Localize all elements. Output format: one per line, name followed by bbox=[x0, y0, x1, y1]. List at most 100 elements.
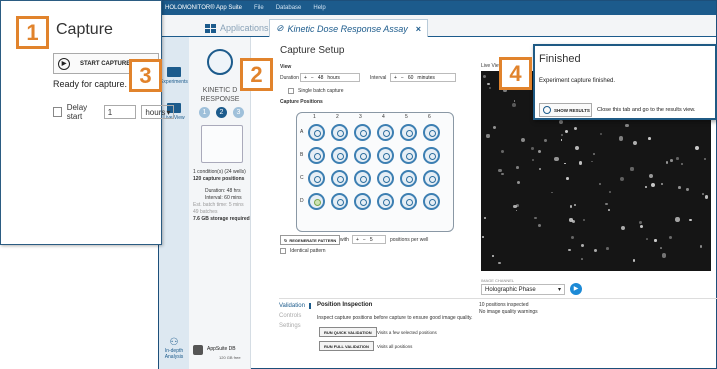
plate-well[interactable] bbox=[308, 170, 325, 187]
cell-speck bbox=[483, 217, 486, 220]
identical-pattern-label: Identical pattern bbox=[290, 248, 326, 254]
interval-stepper[interactable]: + − 60 minutes bbox=[390, 73, 456, 82]
regenerate-pattern-button[interactable]: ↻ REGENERATE PATTERN bbox=[280, 235, 341, 245]
plate-well[interactable] bbox=[308, 193, 325, 210]
delay-start-checkbox[interactable] bbox=[53, 107, 62, 117]
database-icon bbox=[193, 345, 203, 355]
tab-applications-label: Applications bbox=[220, 23, 269, 33]
nav-analysis[interactable]: ⚇ In-depth Analysis bbox=[159, 337, 189, 360]
single-batch-checkbox[interactable] bbox=[288, 88, 294, 94]
cell-speck bbox=[498, 168, 502, 173]
play-live-icon[interactable]: ▶ bbox=[570, 283, 582, 295]
plate-well[interactable] bbox=[331, 147, 348, 164]
minus-icon[interactable]: − bbox=[311, 75, 314, 81]
plate-well[interactable] bbox=[308, 124, 325, 141]
storage-text: 7.6 GB storage required bbox=[193, 216, 250, 222]
image-channel-select[interactable]: Holographic Phase ▾ bbox=[481, 284, 565, 295]
delay-value-input[interactable]: 1 bbox=[103, 105, 137, 119]
cell-speck bbox=[619, 176, 624, 181]
row-label: A bbox=[300, 129, 304, 135]
tab-applications[interactable]: Applications bbox=[205, 19, 269, 37]
cell-speck bbox=[482, 74, 487, 78]
plate-well[interactable] bbox=[331, 124, 348, 141]
with-label: with bbox=[340, 237, 349, 243]
menu-bar: HOLOMONITOR® App Suite File Database Hel… bbox=[159, 1, 716, 15]
menu-help[interactable]: Help bbox=[313, 5, 325, 11]
cell-speck bbox=[639, 221, 643, 224]
cell-speck bbox=[689, 218, 693, 222]
cell-speck bbox=[498, 261, 501, 265]
step-2[interactable]: 2 bbox=[216, 107, 227, 118]
plate-well[interactable] bbox=[423, 147, 440, 164]
cell-speck bbox=[487, 82, 490, 86]
run-quick-validation-button[interactable]: RUN QUICK VALIDATION bbox=[319, 327, 377, 337]
plus-icon[interactable]: + bbox=[356, 237, 359, 243]
inspection-stats: 10 positions inspected No image quality … bbox=[479, 302, 538, 316]
row-label: B bbox=[300, 152, 304, 158]
plus-icon[interactable]: + bbox=[394, 75, 397, 81]
close-tab-icon[interactable]: × bbox=[416, 24, 421, 34]
plate-well[interactable] bbox=[377, 147, 394, 164]
duration-stepper[interactable]: + − 48 hours bbox=[300, 73, 360, 82]
capture-setup-title: Capture Setup bbox=[280, 45, 345, 56]
plate-thumbnail bbox=[201, 125, 243, 163]
tab-kinetic-dose-response[interactable]: ⊘ Kinetic Dose Response Assay × bbox=[269, 19, 429, 37]
plate-well[interactable] bbox=[377, 124, 394, 141]
positions-stepper[interactable]: + − 5 bbox=[352, 235, 386, 244]
tab-validation[interactable]: Validation bbox=[279, 303, 311, 309]
plate-well[interactable] bbox=[354, 170, 371, 187]
menu-database[interactable]: Database bbox=[276, 5, 302, 11]
cell-speck bbox=[618, 136, 624, 141]
plate-well[interactable] bbox=[308, 147, 325, 164]
plate-well[interactable] bbox=[400, 193, 417, 210]
minus-icon[interactable]: − bbox=[363, 237, 366, 243]
plate-well[interactable] bbox=[400, 147, 417, 164]
interval-unit: minutes bbox=[417, 74, 435, 81]
nav-experiments[interactable]: Experiments bbox=[159, 67, 189, 85]
plus-icon[interactable]: + bbox=[304, 75, 307, 81]
plate-well[interactable] bbox=[377, 193, 394, 210]
quick-validation-desc: Visits a few selected positions bbox=[377, 330, 437, 335]
assay-logo-icon bbox=[207, 49, 233, 75]
cell-speck bbox=[560, 133, 564, 137]
duration-unit: hours bbox=[327, 74, 340, 81]
show-results-button[interactable]: SHOW RESULTS bbox=[539, 103, 592, 117]
plate-well[interactable] bbox=[354, 147, 371, 164]
interval-value: 60 bbox=[407, 74, 414, 81]
left-nav: Experiments Live View ⚇ In-depth Analysi… bbox=[159, 37, 189, 369]
delay-unit-select[interactable]: hours ▾ bbox=[141, 105, 175, 119]
plate-well[interactable] bbox=[331, 193, 348, 210]
tab-controls[interactable]: Controls bbox=[279, 313, 301, 319]
wizard-summary: 1 condition(s) (24 wells) 120 capture po… bbox=[193, 169, 251, 223]
cell-speck bbox=[516, 165, 520, 169]
cell-speck bbox=[591, 160, 593, 163]
plate-well[interactable] bbox=[331, 170, 348, 187]
tab-settings[interactable]: Settings bbox=[279, 323, 301, 329]
plate-well[interactable] bbox=[354, 193, 371, 210]
step-3[interactable]: 3 bbox=[233, 107, 244, 118]
play-icon: ▶ bbox=[58, 57, 70, 70]
cell-speck bbox=[569, 218, 573, 222]
identical-pattern-checkbox[interactable] bbox=[280, 248, 286, 254]
conditions-text: 1 condition(s) (24 wells) bbox=[193, 169, 246, 175]
cell-speck bbox=[544, 138, 548, 142]
cell-speck bbox=[578, 161, 582, 165]
plate-well[interactable] bbox=[423, 124, 440, 141]
cell-speck bbox=[625, 123, 630, 128]
minus-icon[interactable]: − bbox=[401, 75, 404, 81]
menu-file[interactable]: File bbox=[254, 5, 264, 11]
plate-well[interactable] bbox=[400, 124, 417, 141]
plate-well[interactable] bbox=[400, 170, 417, 187]
plate-well[interactable] bbox=[423, 193, 440, 210]
cell-speck bbox=[702, 193, 704, 195]
plate-well[interactable] bbox=[377, 170, 394, 187]
positions-inspected: 10 positions inspected bbox=[479, 302, 529, 308]
row-label: D bbox=[300, 198, 304, 204]
db-name: AppSuite DB bbox=[207, 346, 236, 352]
run-full-validation-button[interactable]: RUN FULL VALIDATION bbox=[319, 341, 374, 351]
cell-speck bbox=[699, 244, 703, 248]
col-label: 5 bbox=[405, 114, 408, 120]
plate-well[interactable] bbox=[423, 170, 440, 187]
plate-well[interactable] bbox=[354, 124, 371, 141]
step-1[interactable]: 1 bbox=[199, 107, 210, 118]
